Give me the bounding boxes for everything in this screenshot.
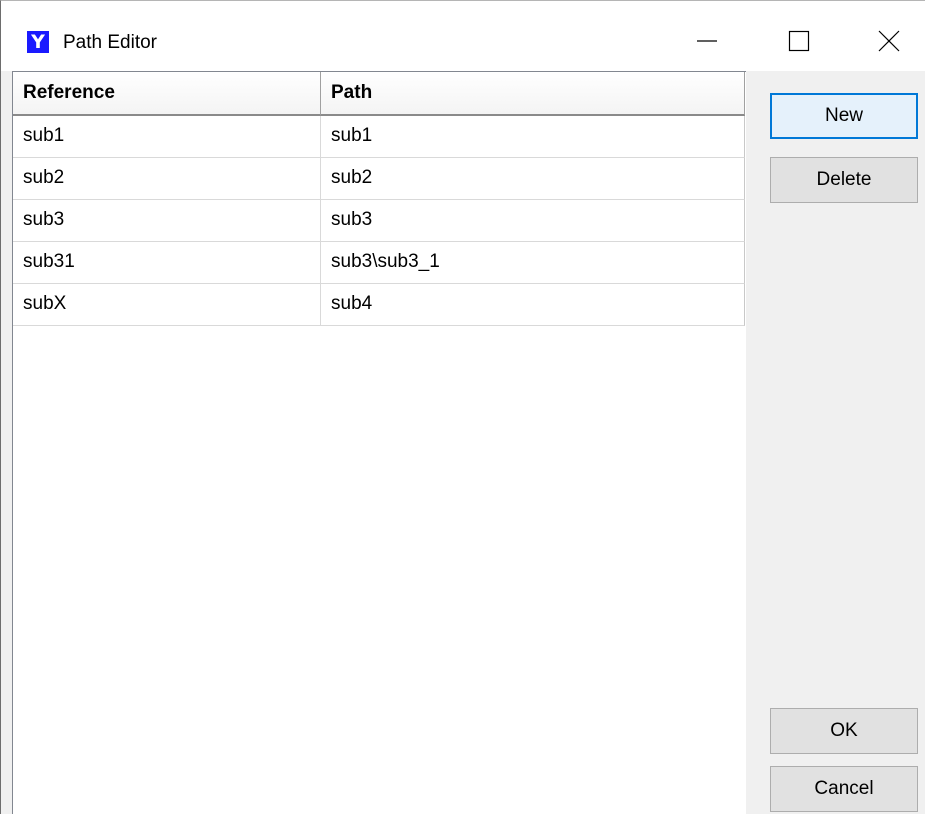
reference-cell[interactable]: subX: [13, 284, 321, 326]
path-cell[interactable]: sub3: [321, 200, 745, 242]
reference-cell[interactable]: sub3: [13, 200, 321, 242]
cancel-button[interactable]: Cancel: [770, 766, 918, 812]
minimize-icon: [697, 40, 717, 42]
path-cell[interactable]: sub2: [321, 158, 745, 200]
path-cell[interactable]: sub1: [321, 116, 745, 158]
path-cell[interactable]: sub4: [321, 284, 745, 326]
maximize-button[interactable]: [769, 15, 829, 67]
path-editor-window: Y Path Editor Reference Path sub1 sub1 s…: [0, 0, 925, 814]
close-icon: [878, 30, 900, 52]
reference-cell[interactable]: sub1: [13, 116, 321, 158]
table-body: sub1 sub1 sub2 sub2 sub3 sub3 sub31 sub3…: [13, 116, 745, 326]
ok-button[interactable]: OK: [770, 708, 918, 754]
reference-cell[interactable]: sub2: [13, 158, 321, 200]
path-table[interactable]: Reference Path sub1 sub1 sub2 sub2 sub3 …: [12, 71, 746, 814]
table-row[interactable]: sub2 sub2: [13, 158, 745, 200]
window-title: Path Editor: [63, 32, 157, 53]
table-row[interactable]: sub3 sub3: [13, 200, 745, 242]
column-header-path[interactable]: Path: [321, 72, 745, 116]
minimize-button[interactable]: [677, 15, 737, 67]
new-button[interactable]: New: [770, 93, 918, 139]
delete-button[interactable]: Delete: [770, 157, 918, 203]
table-row[interactable]: sub1 sub1: [13, 116, 745, 158]
app-icon: Y: [27, 31, 49, 53]
table-row[interactable]: sub31 sub3\sub3_1: [13, 242, 745, 284]
title-bar[interactable]: Y Path Editor: [1, 1, 925, 71]
close-button[interactable]: [859, 15, 919, 67]
dialog-client-area: Reference Path sub1 sub1 sub2 sub2 sub3 …: [1, 71, 925, 814]
path-cell[interactable]: sub3\sub3_1: [321, 242, 745, 284]
table-header: Reference Path: [13, 72, 745, 116]
reference-cell[interactable]: sub31: [13, 242, 321, 284]
maximize-icon: [788, 30, 810, 52]
column-header-reference[interactable]: Reference: [13, 72, 321, 116]
table-row[interactable]: subX sub4: [13, 284, 745, 326]
